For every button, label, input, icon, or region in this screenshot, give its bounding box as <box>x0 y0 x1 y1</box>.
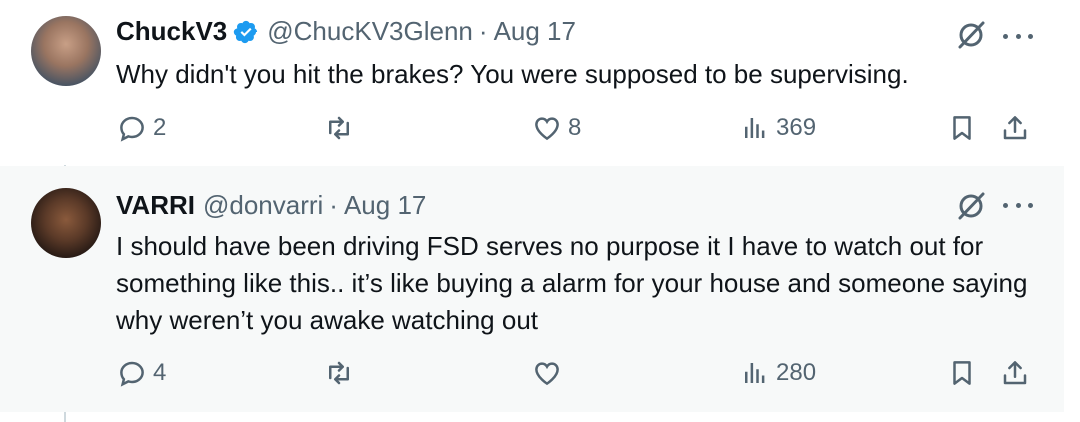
display-name[interactable]: VARRI <box>116 190 195 221</box>
avatar[interactable] <box>31 16 101 86</box>
handle[interactable]: @donvarri <box>203 190 323 221</box>
tweet-header: VARRI @donvarri · Aug 17 <box>116 190 426 221</box>
views-button[interactable]: 280 <box>740 358 816 388</box>
reply-icon <box>120 116 144 142</box>
share-button[interactable] <box>1000 113 1030 143</box>
tweet[interactable]: ChuckV3 @ChucKV3Glenn · Aug 17 Why didn'… <box>0 0 1064 165</box>
views-button[interactable]: 369 <box>740 113 816 143</box>
retweet-icon <box>329 116 349 140</box>
tweet-text: I should have been driving FSD serves no… <box>116 231 1028 335</box>
display-name[interactable]: ChuckV3 <box>116 16 227 47</box>
like-button[interactable] <box>532 358 568 388</box>
bookmark-icon <box>953 361 971 385</box>
more-icon[interactable] <box>1003 200 1033 210</box>
like-button[interactable]: 8 <box>532 113 581 143</box>
more-icon[interactable] <box>1003 31 1033 41</box>
share-icon <box>1003 361 1027 385</box>
separator: · <box>329 190 338 220</box>
handle[interactable]: @ChucKV3Glenn <box>267 16 473 47</box>
bookmark-button[interactable] <box>947 113 977 143</box>
bookmark-button[interactable] <box>947 358 977 388</box>
verified-icon <box>234 20 258 43</box>
bookmark-icon <box>953 116 971 140</box>
timestamp[interactable]: Aug 17 <box>344 190 426 221</box>
timestamp[interactable]: Aug 17 <box>494 16 576 47</box>
like-count: 8 <box>568 114 582 141</box>
reply-icon <box>120 361 144 387</box>
share-button[interactable] <box>1000 358 1030 388</box>
reply-count: 4 <box>153 359 167 386</box>
grok-icon[interactable] <box>954 18 988 52</box>
retweet-button[interactable] <box>324 113 360 143</box>
views-icon <box>745 363 765 383</box>
tweet[interactable]: VARRI @donvarri · Aug 17 I should have b… <box>0 166 1064 412</box>
reply-button[interactable]: 4 <box>117 358 166 388</box>
like-icon <box>535 117 559 141</box>
views-count: 280 <box>776 359 817 386</box>
views-count: 369 <box>776 114 817 141</box>
retweet-button[interactable] <box>324 358 360 388</box>
retweet-icon <box>329 361 349 385</box>
reply-button[interactable]: 2 <box>117 113 166 143</box>
separator: · <box>478 16 488 46</box>
reply-count: 2 <box>153 114 167 141</box>
tweet-header: ChuckV3 @ChucKV3Glenn · Aug 17 <box>116 16 576 47</box>
grok-icon[interactable] <box>954 189 988 223</box>
avatar[interactable] <box>31 188 101 258</box>
share-icon <box>1003 116 1027 140</box>
views-icon <box>745 118 765 138</box>
tweet-text: Why didn't you hit the brakes? You were … <box>116 59 909 89</box>
like-icon <box>535 362 559 386</box>
